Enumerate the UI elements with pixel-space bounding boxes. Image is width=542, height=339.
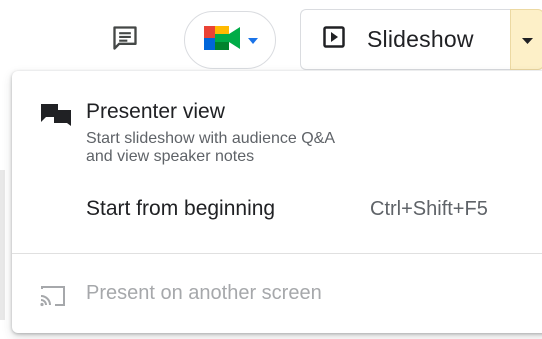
slideshow-label: Slideshow — [367, 26, 474, 52]
slideshow-options-menu: Presenter view Start slideshow with audi… — [12, 71, 542, 333]
comment-icon — [111, 24, 139, 57]
meet-button[interactable] — [184, 11, 276, 69]
background-panel-edge — [0, 170, 5, 320]
comment-button[interactable] — [104, 20, 146, 60]
presenter-view-description-line2: and view speaker notes — [86, 148, 255, 165]
caret-down-icon — [521, 31, 533, 49]
slideshow-button[interactable]: Slideshow — [300, 9, 510, 70]
slideshow-options-dropdown[interactable] — [510, 9, 542, 70]
presenter-chat-icon — [41, 104, 71, 131]
presenter-view-title: Presenter view — [86, 100, 225, 123]
presenter-view-description: Start slideshow with audience Q&A and vi… — [86, 130, 446, 166]
presenter-view-description-line1: Start slideshow with audience Q&A — [86, 130, 336, 147]
play-box-icon — [323, 26, 345, 53]
cast-icon — [38, 284, 68, 313]
caret-down-icon — [248, 31, 258, 49]
toolbar: Slideshow — [0, 0, 542, 72]
menu-item-presenter-view[interactable]: Presenter view Start slideshow with audi… — [12, 97, 542, 177]
menu-item-start-from-beginning[interactable]: Start from beginning Ctrl+Shift+F5 — [12, 193, 542, 229]
start-from-beginning-shortcut: Ctrl+Shift+F5 — [370, 198, 488, 220]
menu-item-present-on-another-screen: Present on another screen — [12, 276, 542, 312]
google-meet-icon — [202, 23, 242, 58]
menu-divider — [12, 253, 542, 254]
start-from-beginning-label: Start from beginning — [86, 197, 276, 220]
present-on-another-screen-label: Present on another screen — [86, 282, 322, 304]
